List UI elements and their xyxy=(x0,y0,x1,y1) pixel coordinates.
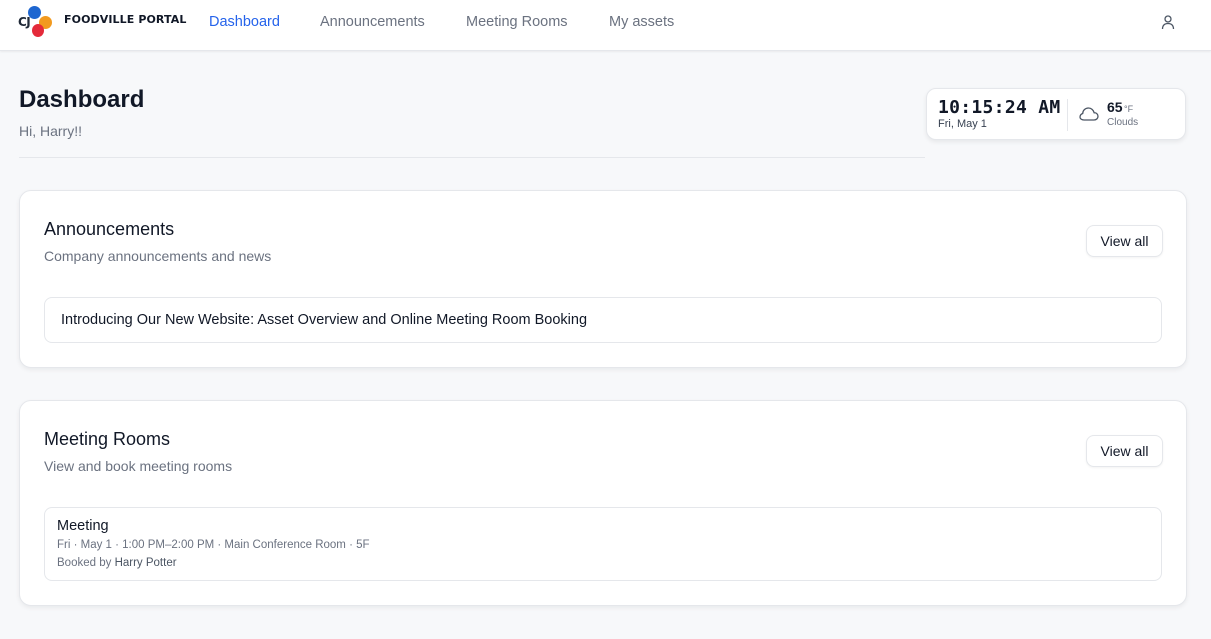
meeting-rooms-view-all-button[interactable]: View all xyxy=(1086,435,1163,467)
meeting-booked-by: Booked by Harry Potter xyxy=(57,557,177,569)
nav-my-assets[interactable]: My assets xyxy=(609,14,674,30)
meeting-rooms-card: Meeting Rooms View and book meeting room… xyxy=(19,400,1187,606)
weather-condition: Clouds xyxy=(1107,117,1139,128)
meeting-booking-item[interactable]: Meeting Fri · May 1 · 1:00 PM–2:00 PM · … xyxy=(44,507,1162,581)
booked-by-label: Booked by xyxy=(57,557,112,569)
temperature-value: 65 xyxy=(1107,99,1123,115)
logo-red-circle xyxy=(32,24,44,37)
nav-dashboard[interactable]: Dashboard xyxy=(209,14,280,30)
meeting-rooms-title: Meeting Rooms xyxy=(44,429,171,449)
announcements-card: Announcements Company announcements and … xyxy=(19,190,1187,368)
brand-name[interactable]: FOODVILLE PORTAL xyxy=(64,13,186,26)
page-title: Dashboard xyxy=(19,86,145,113)
top-nav-bar: CJ FOODVILLE PORTAL Dashboard Announceme… xyxy=(0,0,1211,51)
clock-time: 10:15:24 AM xyxy=(938,97,1061,118)
nav-announcements[interactable]: Announcements xyxy=(320,14,425,30)
meeting-title: Meeting xyxy=(57,518,109,534)
temperature-unit: °F xyxy=(1124,104,1134,114)
clock-weather-widget: 10:15:24 AM Fri, May 1 65 °F Clouds xyxy=(926,88,1186,140)
nav-meeting-rooms[interactable]: Meeting Rooms xyxy=(466,14,568,30)
announcements-subtitle: Company announcements and news xyxy=(44,248,272,264)
logo-text: CJ xyxy=(18,15,31,29)
announcement-item[interactable]: Introducing Our New Website: Asset Overv… xyxy=(44,297,1162,343)
greeting-text: Hi, Harry!! xyxy=(19,123,82,139)
meeting-details: Fri · May 1 · 1:00 PM–2:00 PM · Main Con… xyxy=(57,539,370,551)
widget-separator xyxy=(1067,99,1068,131)
booked-by-name: Harry Potter xyxy=(114,557,177,569)
company-logo[interactable]: CJ xyxy=(18,6,58,40)
announcements-view-all-button[interactable]: View all xyxy=(1086,225,1163,257)
announcement-title: Introducing Our New Website: Asset Overv… xyxy=(61,312,588,328)
clock-date: Fri, May 1 xyxy=(938,118,987,130)
meeting-rooms-subtitle: View and book meeting rooms xyxy=(44,458,233,474)
header-divider xyxy=(19,157,925,158)
user-icon[interactable] xyxy=(1160,14,1176,30)
cloud-icon xyxy=(1079,107,1099,121)
announcements-title: Announcements xyxy=(44,219,175,239)
